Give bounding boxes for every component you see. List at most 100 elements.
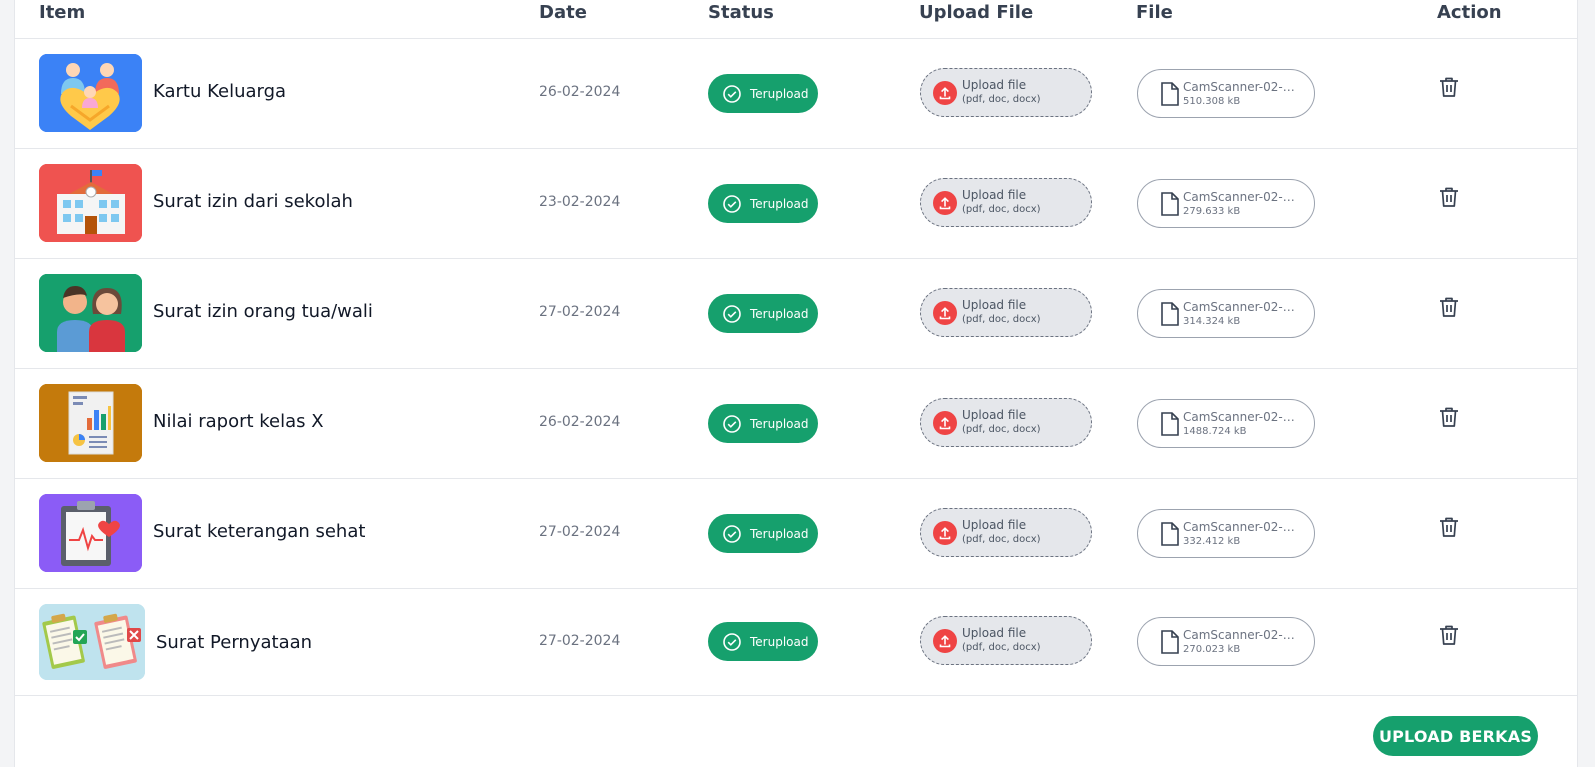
- status-badge: Terupload: [708, 74, 818, 113]
- document-icon: [1161, 629, 1179, 654]
- file-size: 332.412 kB: [1183, 535, 1241, 547]
- documents-panel: Item Date Status Upload File File Action…: [14, 0, 1578, 767]
- trash-icon[interactable]: [1437, 515, 1461, 539]
- document-icon: [1161, 521, 1179, 546]
- status-label: Terupload: [750, 196, 809, 211]
- family-icon: [39, 54, 142, 132]
- trash-icon[interactable]: [1437, 405, 1461, 429]
- file-size: 314.324 kB: [1183, 315, 1241, 327]
- date-cell: 23-02-2024: [539, 194, 621, 210]
- item-name: Surat keterangan sehat: [153, 521, 366, 542]
- file-size: 1488.724 kB: [1183, 425, 1247, 437]
- file-name: CamScanner-02-2...: [1183, 79, 1295, 94]
- item-name: Nilai raport kelas X: [153, 411, 324, 432]
- status-label: Terupload: [750, 306, 809, 321]
- header-status: Status: [708, 2, 774, 23]
- file-size: 270.023 kB: [1183, 643, 1241, 655]
- file-name: CamScanner-02-2...: [1183, 627, 1295, 642]
- file-pill[interactable]: CamScanner-02-2... 270.023 kB: [1137, 617, 1315, 666]
- document-icon: [1161, 81, 1179, 106]
- item-name: Surat izin orang tua/wali: [153, 301, 373, 322]
- upload-label: Upload file: [962, 518, 1027, 532]
- check-circle-icon: [723, 524, 741, 543]
- trash-icon[interactable]: [1437, 75, 1461, 99]
- upload-hint: (pdf, doc, docx): [962, 204, 1041, 215]
- upload-file-dropzone[interactable]: Upload file (pdf, doc, docx): [920, 508, 1092, 557]
- status-badge: Terupload: [708, 514, 818, 553]
- file-size: 510.308 kB: [1183, 95, 1241, 107]
- table-row: Surat keterangan sehat 27-02-2024 Terupl…: [15, 478, 1577, 589]
- header-item: Item: [39, 2, 86, 23]
- status-badge: Terupload: [708, 622, 818, 661]
- table-row: Surat izin dari sekolah 23-02-2024 Terup…: [15, 148, 1577, 259]
- status-label: Terupload: [750, 86, 809, 101]
- status-label: Terupload: [750, 416, 809, 431]
- table-row: Kartu Keluarga 26-02-2024 Terupload Uplo…: [15, 38, 1577, 149]
- table-row: Nilai raport kelas X 26-02-2024 Teruploa…: [15, 368, 1577, 479]
- upload-file-dropzone[interactable]: Upload file (pdf, doc, docx): [920, 288, 1092, 337]
- file-pill[interactable]: CamScanner-02-2... 314.324 kB: [1137, 289, 1315, 338]
- upload-icon: [933, 628, 957, 653]
- upload-file-dropzone[interactable]: Upload file (pdf, doc, docx): [920, 178, 1092, 227]
- parents-icon: [39, 274, 142, 352]
- approval-clipboards-icon: [39, 604, 145, 680]
- upload-icon: [933, 190, 957, 215]
- status-badge: Terupload: [708, 404, 818, 443]
- check-circle-icon: [723, 414, 741, 433]
- header-date: Date: [539, 2, 587, 23]
- upload-file-dropzone[interactable]: Upload file (pdf, doc, docx): [920, 616, 1092, 665]
- trash-icon[interactable]: [1437, 185, 1461, 209]
- upload-hint: (pdf, doc, docx): [962, 534, 1041, 545]
- upload-hint: (pdf, doc, docx): [962, 314, 1041, 325]
- check-circle-icon: [723, 304, 741, 323]
- upload-icon: [933, 520, 957, 545]
- upload-berkas-button[interactable]: UPLOAD BERKAS: [1373, 716, 1538, 756]
- trash-icon[interactable]: [1437, 295, 1461, 319]
- upload-hint: (pdf, doc, docx): [962, 642, 1041, 653]
- check-circle-icon: [723, 84, 741, 103]
- item-name: Surat Pernyataan: [156, 632, 313, 653]
- file-name: CamScanner-02-2...: [1183, 409, 1295, 424]
- file-pill[interactable]: CamScanner-02-2... 510.308 kB: [1137, 69, 1315, 118]
- upload-file-dropzone[interactable]: Upload file (pdf, doc, docx): [920, 398, 1092, 447]
- table-row: Surat izin orang tua/wali 27-02-2024 Ter…: [15, 258, 1577, 369]
- table-header: Item Date Status Upload File File Action: [15, 0, 1577, 39]
- file-pill[interactable]: CamScanner-02-2... 1488.724 kB: [1137, 399, 1315, 448]
- document-icon: [1161, 191, 1179, 216]
- document-icon: [1161, 411, 1179, 436]
- header-action: Action: [1437, 2, 1502, 23]
- upload-label: Upload file: [962, 626, 1027, 640]
- report-chart-icon: [39, 384, 142, 462]
- upload-hint: (pdf, doc, docx): [962, 424, 1041, 435]
- status-label: Terupload: [750, 634, 809, 649]
- medical-clipboard-icon: [39, 494, 142, 572]
- upload-file-dropzone[interactable]: Upload file (pdf, doc, docx): [920, 68, 1092, 117]
- file-name: CamScanner-02-2...: [1183, 519, 1295, 534]
- file-pill[interactable]: CamScanner-02-2... 279.633 kB: [1137, 179, 1315, 228]
- file-name: CamScanner-02-2...: [1183, 189, 1295, 204]
- upload-label: Upload file: [962, 78, 1027, 92]
- date-cell: 26-02-2024: [539, 414, 621, 430]
- check-circle-icon: [723, 632, 741, 651]
- table-row: Surat Pernyataan 27-02-2024 Terupload Up…: [15, 588, 1577, 696]
- upload-hint: (pdf, doc, docx): [962, 94, 1041, 105]
- trash-icon[interactable]: [1437, 623, 1461, 647]
- file-name: CamScanner-02-2...: [1183, 299, 1295, 314]
- upload-label: Upload file: [962, 188, 1027, 202]
- status-badge: Terupload: [708, 294, 818, 333]
- file-size: 279.633 kB: [1183, 205, 1241, 217]
- upload-icon: [933, 80, 957, 105]
- date-cell: 27-02-2024: [539, 304, 621, 320]
- upload-label: Upload file: [962, 298, 1027, 312]
- file-pill[interactable]: CamScanner-02-2... 332.412 kB: [1137, 509, 1315, 558]
- status-label: Terupload: [750, 526, 809, 541]
- school-building-icon: [39, 164, 142, 242]
- upload-icon: [933, 410, 957, 435]
- check-circle-icon: [723, 194, 741, 213]
- item-name: Surat izin dari sekolah: [153, 191, 353, 212]
- header-upload-file: Upload File: [919, 2, 1034, 23]
- upload-icon: [933, 300, 957, 325]
- date-cell: 27-02-2024: [539, 524, 621, 540]
- document-icon: [1161, 301, 1179, 326]
- upload-label: Upload file: [962, 408, 1027, 422]
